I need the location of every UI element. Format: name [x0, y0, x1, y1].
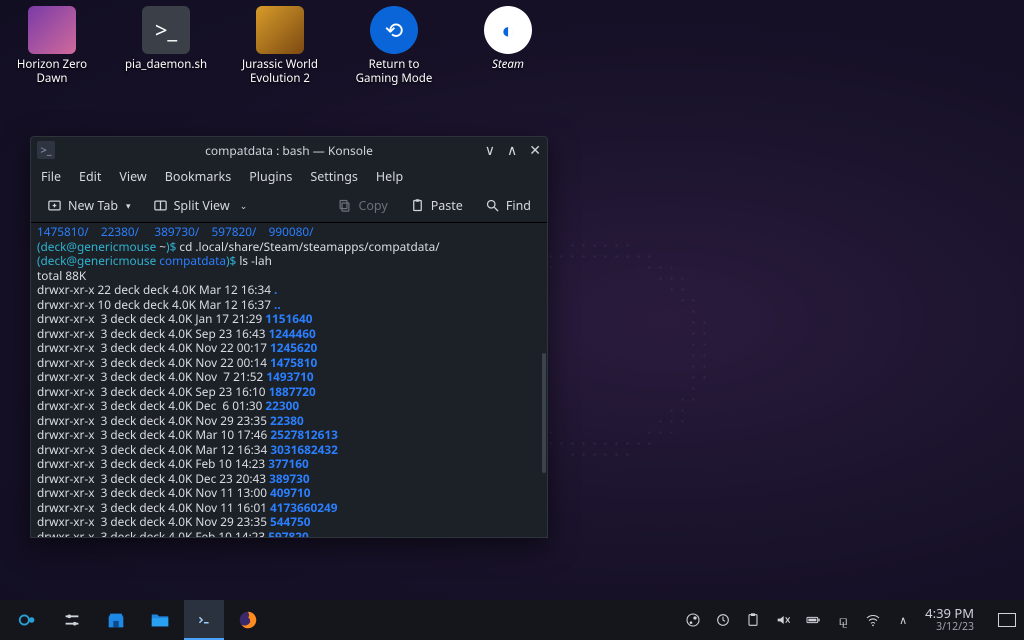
clock-time: 4:39 PM	[925, 606, 974, 620]
bluetooth-icon[interactable]: ⚼	[835, 612, 851, 628]
paste-label: Paste	[431, 197, 463, 214]
split-view-button[interactable]: Split View ⌄	[147, 194, 254, 217]
desktop-icon-thumb: ⟲	[370, 6, 418, 54]
desktop-icon[interactable]: ⟲ Return to Gaming Mode	[352, 6, 436, 86]
menu-file[interactable]: File	[41, 168, 61, 185]
desktop-icon-label: Jurassic World Evolution 2	[238, 58, 322, 86]
menu-help[interactable]: Help	[376, 168, 403, 185]
paste-button[interactable]: Paste	[404, 194, 469, 217]
find-button[interactable]: Find	[479, 194, 537, 217]
desktop-icon-label: Return to Gaming Mode	[352, 58, 436, 86]
terminal-output[interactable]: 1475810/ 22380/ 389730/ 597820/ 990080/(…	[31, 223, 547, 537]
desktop-icons: Horizon Zero Dawn >_ pia_daemon.sh Jurassic…	[10, 6, 550, 86]
steam-tray-icon[interactable]	[685, 612, 701, 628]
scrollbar-thumb[interactable]	[542, 353, 546, 473]
paste-icon	[410, 198, 425, 213]
close-button[interactable]: ✕	[529, 141, 541, 160]
menubar: File Edit View Bookmarks Plugins Settings Help	[31, 163, 547, 189]
taskbar: ⚼ ∧ 4:39 PM 3/12/23	[0, 600, 1024, 640]
new-tab-icon	[47, 198, 62, 213]
desktop-icon-label: Steam	[492, 58, 524, 72]
minimize-button[interactable]: ∨	[485, 141, 495, 160]
maximize-button[interactable]: ∧	[507, 141, 517, 160]
menu-bookmarks[interactable]: Bookmarks	[165, 168, 231, 185]
desktop-icon[interactable]: Jurassic World Evolution 2	[238, 6, 322, 86]
menu-settings[interactable]: Settings	[310, 168, 358, 185]
desktop-icon-thumb: ◐	[484, 6, 532, 54]
konsole-window: >_ compatdata : bash — Konsole ∨ ∧ ✕ Fil…	[30, 136, 548, 538]
desktop-icon-thumb	[28, 6, 76, 54]
app-launcher-button[interactable]	[8, 600, 48, 640]
clock[interactable]: 4:39 PM 3/12/23	[925, 606, 974, 634]
tray-expand-icon[interactable]: ∧	[895, 612, 911, 628]
new-tab-button[interactable]: New Tab ▾	[41, 194, 137, 217]
show-desktop-button[interactable]	[998, 613, 1016, 627]
new-tab-label: New Tab	[68, 197, 118, 214]
copy-icon	[337, 198, 352, 213]
battery-icon[interactable]	[805, 612, 821, 628]
updater-tray-icon[interactable]	[715, 612, 731, 628]
copy-label: Copy	[358, 197, 387, 214]
split-view-icon	[153, 198, 168, 213]
menu-plugins[interactable]: Plugins	[249, 168, 292, 185]
window-titlebar[interactable]: >_ compatdata : bash — Konsole ∨ ∧ ✕	[31, 137, 547, 163]
dolphin-files-button[interactable]	[140, 600, 180, 640]
chevron-down-icon: ⌄	[240, 199, 248, 212]
desktop-icon-label: Horizon Zero Dawn	[10, 58, 94, 86]
discover-store-button[interactable]	[96, 600, 136, 640]
konsole-task-button[interactable]	[184, 600, 224, 640]
desktop-icon-thumb	[256, 6, 304, 54]
search-icon	[485, 198, 500, 213]
system-settings-button[interactable]	[52, 600, 92, 640]
toolbar: New Tab ▾ Split View ⌄ Copy Paste Find	[31, 189, 547, 223]
copy-button: Copy	[331, 194, 393, 217]
desktop-icon[interactable]: Horizon Zero Dawn	[10, 6, 94, 86]
menu-view[interactable]: View	[119, 168, 146, 185]
wifi-icon[interactable]	[865, 612, 881, 628]
find-label: Find	[506, 197, 531, 214]
desktop-icon-thumb: >_	[142, 6, 190, 54]
split-view-label: Split View	[174, 197, 230, 214]
menu-edit[interactable]: Edit	[79, 168, 101, 185]
system-tray: ⚼ ∧	[685, 612, 911, 628]
firefox-button[interactable]	[228, 600, 268, 640]
desktop-icon-label: pia_daemon.sh	[125, 58, 207, 72]
desktop-icon[interactable]: >_ pia_daemon.sh	[124, 6, 208, 86]
desktop-icon[interactable]: ◐ Steam	[466, 6, 550, 86]
chevron-down-icon: ▾	[126, 199, 131, 212]
clipboard-tray-icon[interactable]	[745, 612, 761, 628]
clock-date: 3/12/23	[925, 620, 974, 634]
window-title: compatdata : bash — Konsole	[31, 142, 547, 159]
volume-muted-icon[interactable]	[775, 612, 791, 628]
